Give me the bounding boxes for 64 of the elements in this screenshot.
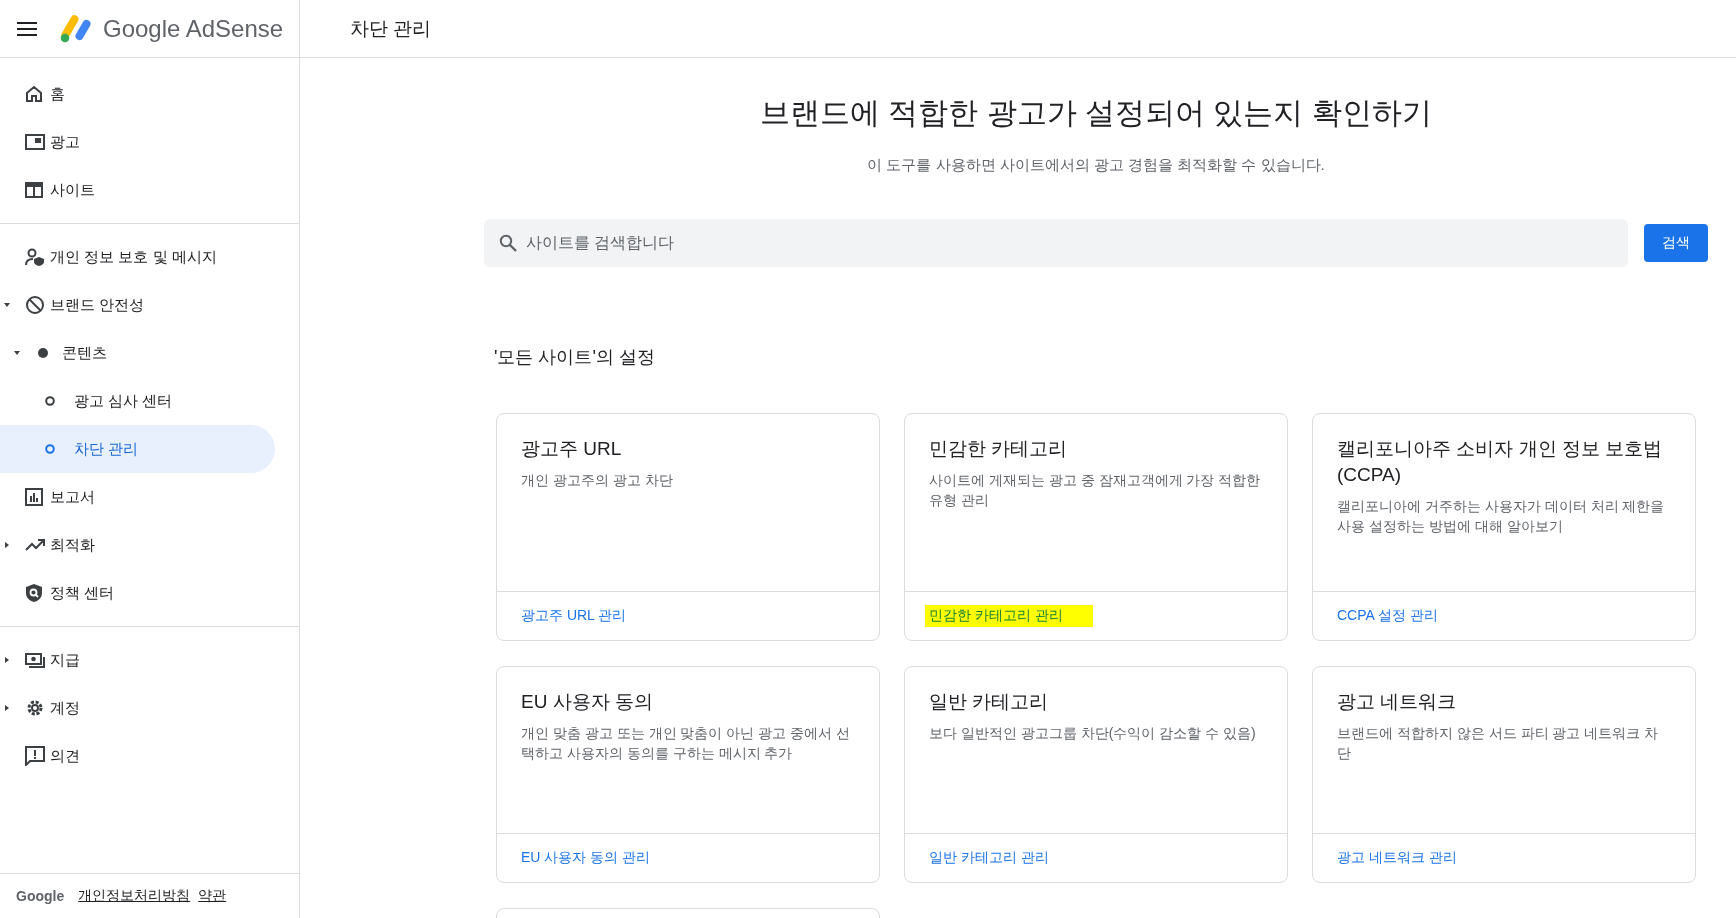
card-description: 캘리포니아에 거주하는 사용자가 데이터 처리 제한을 사용 설정하는 방법에 대해 알아보기 bbox=[1337, 497, 1666, 536]
search-icon bbox=[499, 234, 517, 252]
ad-frame-icon bbox=[25, 134, 45, 150]
caret-icon[interactable] bbox=[4, 657, 10, 663]
card-title: 일반 카테고리 bbox=[929, 690, 1050, 714]
nav-item[interactable]: 최적화 bbox=[0, 521, 275, 569]
card-description: 브랜드에 적합하지 않은 서드 파티 광고 네트워크 차단 bbox=[1337, 724, 1660, 763]
card-description: 보다 일반적인 광고그룹 차단(수익이 감소할 수 있음) bbox=[929, 724, 1257, 743]
footer-link[interactable]: 개인정보처리방침 bbox=[78, 887, 191, 905]
section-title: '모든 사이트'의 설정 bbox=[494, 346, 656, 369]
ring-icon bbox=[45, 444, 55, 454]
page-title: 차단 관리 bbox=[350, 16, 432, 41]
cash-icon bbox=[25, 652, 45, 668]
card-title: 캘리포니아주 소비자 개인 정보 보호법(CCPA) bbox=[1337, 437, 1664, 487]
hero-title: 브랜드에 적합한 광고가 설정되어 있는지 확인하기 bbox=[759, 95, 1433, 131]
nav-item[interactable]: 홈 bbox=[0, 70, 275, 118]
card-description: 개인 맞춤 광고 또는 개인 맞춤이 아닌 광고 중에서 선택하고 사용자의 동의를 구하는 메시지 추가 bbox=[521, 724, 851, 763]
card-description: 사이트에 게재되는 광고 중 잠재고객에게 가장 적합한 유형 관리 bbox=[929, 471, 1262, 510]
nav-item[interactable]: 브랜드 안전성 bbox=[0, 281, 275, 329]
card-link[interactable]: 광고 네트워크 관리 bbox=[1337, 849, 1457, 867]
card-link[interactable]: 민감한 카테고리 관리 bbox=[925, 605, 1093, 627]
card-link[interactable]: EU 사용자 동의 관리 bbox=[521, 849, 651, 867]
card-description: 개인 광고주의 광고 차단 bbox=[521, 471, 674, 490]
nav-item[interactable]: 차단 관리 bbox=[0, 425, 275, 473]
nav-item[interactable]: 보고서 bbox=[0, 473, 275, 521]
caret-icon[interactable] bbox=[4, 302, 10, 308]
nav-item[interactable]: 지급 bbox=[0, 636, 275, 684]
trending-up-icon bbox=[25, 539, 45, 551]
google-wordmark: Google bbox=[16, 888, 65, 904]
card-link[interactable]: 일반 카테고리 관리 bbox=[929, 849, 1049, 867]
ring-icon bbox=[45, 396, 55, 406]
card-title: 민감한 카테고리 bbox=[929, 437, 1069, 461]
card-title: EU 사용자 동의 bbox=[521, 690, 654, 714]
nav-item[interactable]: 광고 심사 센터 bbox=[0, 377, 275, 425]
settings-icon bbox=[25, 698, 45, 718]
caret-icon[interactable] bbox=[4, 542, 10, 548]
logo-icon bbox=[59, 14, 93, 43]
nav-item[interactable]: 콘텐츠 bbox=[0, 329, 275, 377]
caret-icon[interactable] bbox=[14, 350, 20, 356]
caret-icon[interactable] bbox=[4, 705, 10, 711]
search-field[interactable]: 사이트를 검색합니다 bbox=[484, 219, 1628, 267]
nav-item[interactable]: 개인 정보 보호 및 메시지 bbox=[0, 233, 275, 281]
nav-item[interactable]: 정책 센터 bbox=[0, 569, 275, 617]
hero-subtitle: 이 도구를 사용하면 사이트에서의 광고 경험을 최적화할 수 있습니다. bbox=[866, 156, 1326, 175]
nav-item[interactable]: 계정 bbox=[0, 684, 275, 732]
product-name: Google AdSense bbox=[103, 14, 284, 43]
card-link[interactable]: CCPA 설정 관리 bbox=[1337, 607, 1438, 625]
nav-item[interactable]: 광고 bbox=[0, 118, 275, 166]
card-link[interactable]: 광고주 URL 관리 bbox=[521, 607, 627, 625]
nav-item[interactable]: 사이트 bbox=[0, 166, 275, 214]
card-title: 광고주 URL bbox=[521, 437, 623, 461]
layout-icon bbox=[25, 182, 43, 198]
home-icon bbox=[25, 85, 43, 103]
nav-item[interactable]: 의견 bbox=[0, 732, 275, 780]
card-title: 광고 네트워크 bbox=[1337, 690, 1458, 714]
block-icon bbox=[25, 295, 45, 315]
shield-search-icon bbox=[25, 583, 43, 603]
person-shield-icon bbox=[25, 248, 45, 266]
dot-icon bbox=[38, 348, 48, 358]
bar-chart-icon bbox=[25, 488, 43, 506]
feedback-icon bbox=[25, 746, 45, 766]
footer-link[interactable]: 약관 bbox=[198, 887, 227, 905]
menu-icon[interactable] bbox=[17, 21, 37, 36]
search-button[interactable]: 검색 bbox=[1644, 224, 1708, 262]
